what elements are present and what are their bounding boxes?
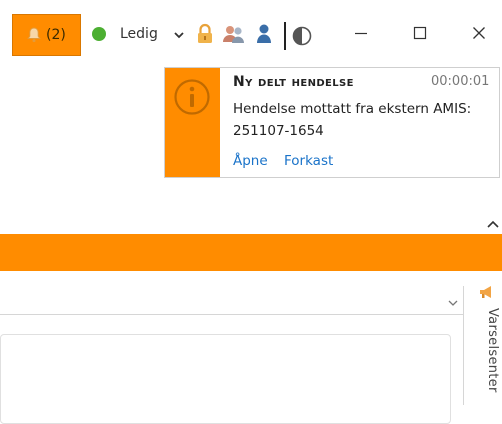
person-icon[interactable] [256, 23, 272, 45]
minimize-icon [353, 25, 369, 45]
status-label[interactable]: Ledig [120, 26, 158, 42]
lock-icon[interactable] [196, 23, 214, 45]
popup-message: Hendelse mottatt fra ekstern AMIS: 25110… [233, 101, 472, 139]
popup-timestamp: 00:00:01 [431, 74, 490, 89]
panel-divider [0, 314, 463, 315]
notification-count: (2) [46, 27, 66, 43]
contrast-icon[interactable] [292, 26, 312, 46]
status-dropdown-chevron-icon[interactable] [172, 27, 186, 46]
open-link[interactable]: Åpne [233, 153, 268, 169]
header-banner [0, 234, 502, 271]
content-card [0, 334, 451, 424]
status-indicator [92, 27, 106, 41]
popup-title: Ny delt hendelse [233, 74, 354, 90]
popup-accent-strip [165, 68, 220, 177]
close-button[interactable] [464, 20, 494, 50]
maximize-icon [412, 25, 428, 45]
dismiss-link[interactable]: Forkast [284, 153, 333, 169]
megaphone-icon[interactable] [478, 284, 496, 304]
users-icon[interactable] [222, 24, 246, 44]
info-icon [173, 78, 211, 120]
close-icon [471, 25, 487, 45]
bell-icon [27, 27, 41, 43]
panel-border [463, 286, 464, 405]
minimize-button[interactable] [346, 20, 376, 50]
toolbar-separator [284, 22, 286, 50]
collapse-chevron-up-icon[interactable] [486, 216, 500, 235]
expand-chevron-down-icon[interactable] [447, 293, 459, 312]
notifications-button[interactable]: (2) [12, 14, 81, 56]
maximize-button[interactable] [405, 20, 435, 50]
notification-center-tab[interactable]: Varselsenter [485, 308, 500, 393]
notification-popup: Ny delt hendelse 00:00:01 Hendelse motta… [164, 67, 500, 178]
